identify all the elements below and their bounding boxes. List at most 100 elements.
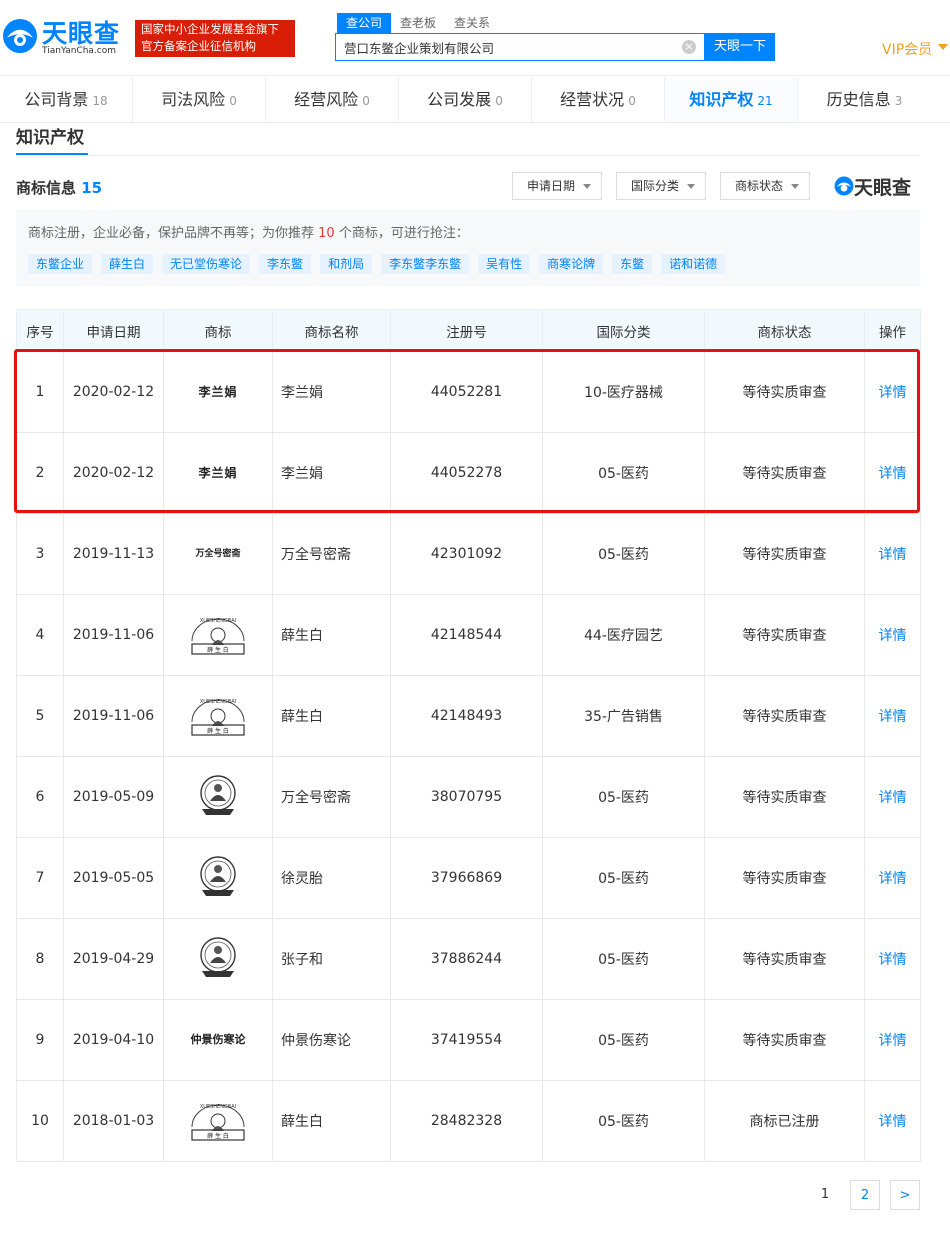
cell-no: 5 [16,675,64,757]
clear-icon[interactable]: × [682,40,696,54]
cell-reg-no: 42148544 [390,594,543,676]
tab-search-relation[interactable]: 查关系 [445,13,499,33]
trademark-logo-image: 仲景伤寒论 [188,1018,248,1062]
tianyancha-logo[interactable]: 天眼查 TianYanCha.com [0,14,126,58]
cell-logo: XUESHENGBAI 薛 生 白 [163,675,273,757]
trademark-logo-image [188,854,248,898]
next-page-button[interactable]: > [890,1180,920,1210]
nav-operating-status[interactable]: 经营状况 0 [532,77,665,122]
tab-search-company[interactable]: 查公司 [337,13,392,33]
search-input[interactable] [336,34,676,60]
cell-detail-link[interactable]: 详情 [864,351,921,433]
cell-name: 薛生白 [272,594,391,676]
cell-logo: XUESHENGBAI 薛 生 白 [163,594,273,676]
vip-member-link[interactable]: VIP会员 [882,39,932,59]
cell-name: 万全号密斋 [272,756,391,838]
table-row: 9 2019-04-10 仲景伤寒论 仲景伤寒论 37419554 05-医药 等待实质审查… [16,999,921,1081]
cell-intl-class: 44-医疗园艺 [542,594,705,676]
recommend-text-after: 个商标，可进行抢注： [334,226,469,241]
recommend-tag[interactable]: 无已堂伤寒论 [162,254,251,274]
trademark-recommend-box: 商标注册，企业必备，保护品牌不再等；为你推荐 10 个商标，可进行抢注： 东鳖企… [16,210,920,286]
cell-detail-link[interactable]: 详情 [864,837,921,919]
cell-reg-no: 44052278 [390,432,543,514]
cell-date: 2020-02-12 [63,351,164,433]
recommend-tag[interactable]: 吴有性 [478,254,531,274]
cell-name: 薛生白 [272,1080,391,1162]
trademark-logo-image: XUESHENGBAI 薛 生 白 [188,611,248,655]
cell-status: 等待实质审查 [704,675,865,757]
filter-apply-date[interactable]: 申请日期 [512,172,602,200]
table-row: 7 2019-05-05 徐灵胎 37966869 05-医药 等待实质审查 详情 [16,837,921,919]
cell-detail-link[interactable]: 详情 [864,432,921,514]
filter-label: 申请日期 [527,179,576,193]
recommend-tag[interactable]: 李东鳖李东鳖 [381,254,470,274]
col-header-logo: 商标 [163,309,273,352]
nav-label: 知识产权 [689,90,754,109]
badge-line-1: 国家中小企业发展基金旗下 [141,22,279,36]
logo-text: 天眼查 [42,19,121,48]
cell-status: 等待实质审查 [704,837,865,919]
logo-eye-icon [3,19,37,53]
trademark-logo-image: XUESHENGBAI 薛 生 白 [188,692,248,736]
nav-company-background[interactable]: 公司背景 18 [0,77,133,122]
cell-detail-link[interactable]: 详情 [864,675,921,757]
cell-status: 等待实质审查 [704,351,865,433]
filter-tm-status[interactable]: 商标状态 [720,172,810,200]
filter-intl-class[interactable]: 国际分类 [616,172,706,200]
table-row: 6 2019-05-09 万全号密斋 38070795 05-医药 等待实质审查 详情 [16,756,921,838]
cell-logo: 李兰娟 [163,432,273,514]
cell-name: 李兰娟 [272,432,391,514]
logo-subtext: TianYanCha.com [42,46,117,56]
trademark-logo-image: 李兰娟 [188,451,248,495]
cell-status: 等待实质审查 [704,432,865,514]
col-header-no: 序号 [16,309,64,352]
recommend-text: 商标注册，企业必备，保护品牌不再等；为你推荐 10 个商标，可进行抢注： [28,222,469,241]
cell-status: 等待实质审查 [704,918,865,1000]
nav-judicial-risk[interactable]: 司法风险 0 [133,77,266,122]
recommend-tag[interactable]: 薛生白 [101,254,154,274]
cell-name: 李兰娟 [272,351,391,433]
cell-no: 10 [16,1080,64,1162]
nav-company-development[interactable]: 公司发展 0 [399,77,532,122]
trademark-logo-image: 李兰娟 [188,370,248,414]
caret-down-icon[interactable] [938,44,948,50]
col-header-date: 申请日期 [63,309,164,352]
cell-detail-link[interactable]: 详情 [864,999,921,1081]
cell-no: 7 [16,837,64,919]
trademark-logo-image: XUESHENGBAI 薛 生 白 [188,1097,248,1141]
recommend-tag[interactable]: 和剂局 [320,254,373,274]
table-row: 8 2019-04-29 张子和 37886244 05-医药 等待实质审查 详情 [16,918,921,1000]
trademark-table: 序号 申请日期 商标 商标名称 注册号 国际分类 商标状态 操作 1 2020-0… [16,309,921,1162]
logo-eye-icon [834,176,854,196]
badge-line-2: 官方备案企业征信机构 [141,39,256,53]
section-divider [16,155,920,156]
recommend-tag[interactable]: 东鳖 [612,254,653,274]
cell-detail-link[interactable]: 详情 [864,756,921,838]
nav-history-info[interactable]: 历史信息 3 [798,77,931,122]
cell-detail-link[interactable]: 详情 [864,513,921,595]
nav-intellectual-property[interactable]: 知识产权 21 [665,77,798,122]
cell-reg-no: 38070795 [390,756,543,838]
table-row: 1 2020-02-12 李兰娟 李兰娟 44052281 10-医疗器械 等待实质审查 详情 [16,351,921,433]
nav-count: 0 [229,94,237,108]
cell-detail-link[interactable]: 详情 [864,594,921,676]
svg-text:XUESHENGBAI: XUESHENGBAI [200,1104,236,1110]
recommend-tag[interactable]: 东鳖企业 [28,254,93,274]
section-title: 知识产权 [16,128,84,148]
cell-no: 2 [16,432,64,514]
table-row: 10 2018-01-03 XUESHENGBAI 薛 生 白 薛生白 28482328 0… [16,1080,921,1162]
cell-date: 2018-01-03 [63,1080,164,1162]
recommend-tag[interactable]: 商寒论牌 [539,254,604,274]
tab-search-boss[interactable]: 查老板 [391,13,445,33]
cell-detail-link[interactable]: 详情 [864,1080,921,1162]
search-button[interactable]: 天眼一下 [705,33,775,61]
nav-operating-risk[interactable]: 经营风险 0 [266,77,399,122]
recommend-tag[interactable]: 诺和诺德 [661,254,726,274]
caret-down-icon [791,184,799,189]
cell-date: 2019-11-06 [63,675,164,757]
cell-intl-class: 05-医药 [542,513,705,595]
recommend-tag[interactable]: 李东鳖 [259,254,312,274]
cell-detail-link[interactable]: 详情 [864,918,921,1000]
page-2-button[interactable]: 2 [850,1180,880,1210]
cell-logo: XUESHENGBAI 薛 生 白 [163,1080,273,1162]
